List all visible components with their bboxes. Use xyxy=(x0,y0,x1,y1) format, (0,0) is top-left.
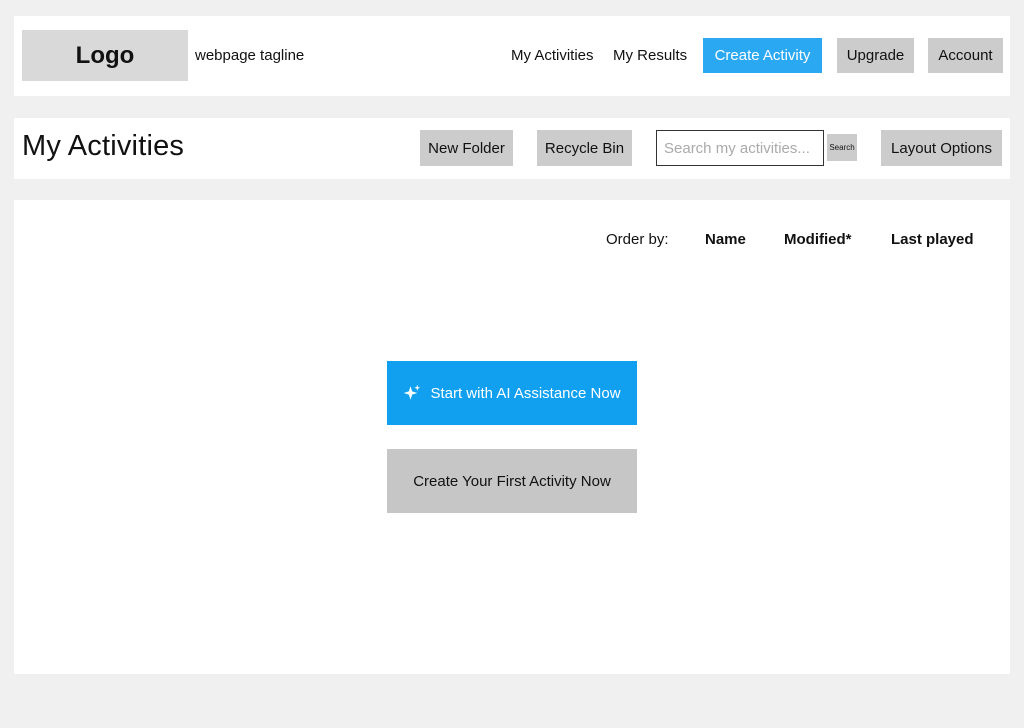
create-activity-button[interactable]: Create Activity xyxy=(703,38,822,73)
create-first-activity-button[interactable]: Create Your First Activity Now xyxy=(387,449,637,513)
start-with-ai-label: Start with AI Assistance Now xyxy=(430,384,621,402)
order-by-name[interactable]: Name xyxy=(705,231,746,248)
nav-my-activities[interactable]: My Activities xyxy=(511,47,594,64)
order-by-last-played[interactable]: Last played xyxy=(891,231,974,248)
account-button[interactable]: Account xyxy=(928,38,1003,73)
recycle-bin-button[interactable]: Recycle Bin xyxy=(537,130,632,166)
order-by-label: Order by: xyxy=(606,231,669,248)
layout-options-button[interactable]: Layout Options xyxy=(881,130,1002,166)
page-title: My Activities xyxy=(22,130,185,162)
start-with-ai-button[interactable]: Start with AI Assistance Now xyxy=(387,361,637,425)
create-first-activity-label: Create Your First Activity Now xyxy=(413,472,611,490)
logo[interactable]: Logo xyxy=(22,30,188,81)
tagline: webpage tagline xyxy=(195,47,305,64)
upgrade-button[interactable]: Upgrade xyxy=(837,38,914,73)
new-folder-button[interactable]: New Folder xyxy=(420,130,513,166)
site-header: Logo webpage tagline My Activities My Re… xyxy=(14,16,1010,96)
nav-my-results[interactable]: My Results xyxy=(613,47,687,64)
search-button[interactable]: Search xyxy=(827,134,857,161)
sparkle-icon xyxy=(404,384,421,400)
search-input[interactable] xyxy=(656,130,824,166)
activities-toolbar: My Activities New Folder Recycle Bin Sea… xyxy=(14,118,1010,179)
activities-content: Order by: Name Modified* Last played Sta… xyxy=(14,200,1010,674)
order-by-modified[interactable]: Modified* xyxy=(784,231,852,248)
